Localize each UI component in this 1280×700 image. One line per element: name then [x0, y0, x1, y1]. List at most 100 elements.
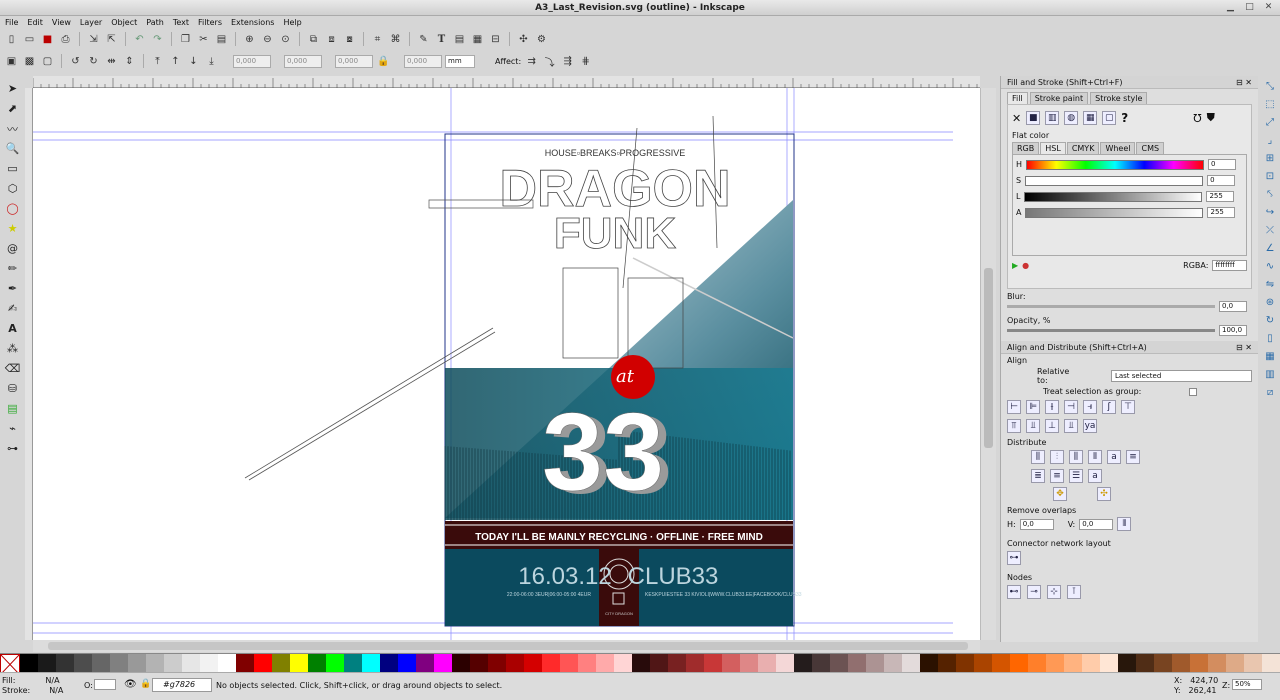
flip-horizontal-icon[interactable]: ⇹: [104, 54, 119, 69]
palette-swatch[interactable]: [1262, 654, 1280, 673]
palette-swatch[interactable]: [200, 654, 218, 673]
align-nodes-v-icon[interactable]: ⊸: [1027, 585, 1041, 599]
menu-file[interactable]: File: [5, 16, 18, 29]
pattern-icon[interactable]: ▦: [1083, 111, 1098, 125]
snap-midpoint-icon[interactable]: ⇋: [1264, 278, 1277, 291]
palette-swatch[interactable]: [614, 654, 632, 673]
palette-swatch[interactable]: [758, 654, 776, 673]
palette-swatch[interactable]: [848, 654, 866, 673]
palette-swatch[interactable]: [974, 654, 992, 673]
ungroup-icon[interactable]: ⌘: [388, 32, 403, 47]
horizontal-scrollbar[interactable]: [33, 640, 980, 652]
snap-paths-icon[interactable]: ↪: [1264, 206, 1277, 219]
menu-object[interactable]: Object: [111, 16, 137, 29]
clone-icon[interactable]: ⧈: [324, 32, 339, 47]
tab-cms[interactable]: CMS: [1136, 142, 1165, 154]
palette-swatch[interactable]: [1064, 654, 1082, 673]
distribute-top-icon[interactable]: ≡: [1126, 450, 1140, 464]
snap-grid-icon[interactable]: ▦: [1264, 350, 1277, 363]
vertical-ruler[interactable]: [25, 88, 33, 640]
snap-smooth-icon[interactable]: ∿: [1264, 260, 1277, 273]
distribute-bottom-icon[interactable]: ≡: [1050, 469, 1064, 483]
menu-text[interactable]: Text: [173, 16, 189, 29]
snap-bbox-edge-icon[interactable]: ⤢: [1264, 116, 1277, 129]
distribute-nodes-v-icon[interactable]: ⊺: [1067, 585, 1081, 599]
lower-icon[interactable]: ↓: [186, 54, 201, 69]
palette-swatch[interactable]: [938, 654, 956, 673]
distribute-vbaseline-icon[interactable]: a: [1088, 469, 1102, 483]
affect-corners-icon[interactable]: ⤵: [542, 54, 557, 69]
palette-swatch[interactable]: [272, 654, 290, 673]
h-field[interactable]: 0,000: [404, 54, 442, 68]
palette-swatch[interactable]: [128, 654, 146, 673]
scroll-thumb[interactable]: [984, 268, 993, 448]
palette-swatch[interactable]: [1046, 654, 1064, 673]
canvas[interactable]: HOUSE▫BREAKS▫PROGRESSIVE DRAGON FUNK 33 …: [33, 88, 980, 640]
palette-swatch[interactable]: [1226, 654, 1244, 673]
palette-swatch[interactable]: [74, 654, 92, 673]
palette-swatch[interactable]: [254, 654, 272, 673]
pencil-tool-icon[interactable]: ✏: [4, 260, 22, 277]
box3d-tool-icon[interactable]: ⬡: [4, 180, 22, 197]
layer-select[interactable]: #g7826: [152, 678, 212, 692]
palette-swatch[interactable]: [164, 654, 182, 673]
align-text-baseline-icon[interactable]: ya: [1083, 419, 1097, 433]
palette-swatch[interactable]: [740, 654, 758, 673]
layers-icon[interactable]: ▤: [452, 32, 467, 47]
minimize-icon[interactable]: ▁: [1225, 2, 1236, 13]
palette-swatch[interactable]: [794, 654, 812, 673]
node-tool-icon[interactable]: ⬈: [4, 100, 22, 117]
close-icon[interactable]: ⊟ ✕: [1236, 78, 1252, 87]
lock-icon[interactable]: 🔒: [376, 54, 391, 69]
affect-gradient-icon[interactable]: ⇶: [560, 54, 575, 69]
zoom-selection-icon[interactable]: ⊕: [242, 32, 257, 47]
align-icon[interactable]: ⊟: [488, 32, 503, 47]
text-tool-icon[interactable]: A: [4, 320, 22, 337]
maximize-icon[interactable]: □: [1244, 2, 1255, 13]
palette-swatch[interactable]: [1118, 654, 1136, 673]
palette-swatch[interactable]: [632, 654, 650, 673]
palette-swatch[interactable]: [956, 654, 974, 673]
menu-extensions[interactable]: Extensions: [231, 16, 274, 29]
hue-slider[interactable]: [1026, 159, 1205, 170]
export-icon[interactable]: ⇱: [104, 32, 119, 47]
opacity-field[interactable]: [94, 679, 116, 690]
tweak-tool-icon[interactable]: 〰: [4, 120, 22, 137]
palette-swatch[interactable]: [344, 654, 362, 673]
fill-rule-nonzero-icon[interactable]: ⛊: [1207, 111, 1215, 125]
rectangle-tool-icon[interactable]: ▭: [4, 160, 22, 177]
palette-swatch[interactable]: [668, 654, 686, 673]
zoom-field[interactable]: 50%: [1232, 679, 1262, 690]
palette-swatch[interactable]: [434, 654, 452, 673]
palette-swatch[interactable]: [1172, 654, 1190, 673]
snap-bbox-icon[interactable]: ⬚: [1264, 98, 1277, 111]
distribute-right-icon[interactable]: ⫼: [1069, 450, 1083, 464]
zoom-tool-icon[interactable]: 🔍: [4, 140, 22, 157]
snap-nodes-icon[interactable]: ⤣: [1264, 188, 1277, 201]
distribute-baseline-icon[interactable]: a: [1107, 450, 1121, 464]
snap-page-icon[interactable]: ▯: [1264, 332, 1277, 345]
affect-pattern-icon[interactable]: ⋕: [578, 54, 593, 69]
tab-hsl[interactable]: HSL: [1040, 142, 1066, 154]
swatch-icon[interactable]: ▢: [1102, 111, 1117, 125]
saturation-value[interactable]: 0: [1207, 175, 1236, 186]
blur-value[interactable]: 0,0: [1219, 301, 1247, 312]
saturation-slider[interactable]: [1025, 175, 1204, 186]
select-all-icon[interactable]: ▣: [4, 54, 19, 69]
zoom-drawing-icon[interactable]: ⊖: [260, 32, 275, 47]
connector-layout-icon[interactable]: ⊶: [1007, 551, 1021, 565]
palette-swatch[interactable]: [146, 654, 164, 673]
palette-swatch[interactable]: [686, 654, 704, 673]
palette-swatch[interactable]: [470, 654, 488, 673]
align-bottom-icon[interactable]: ⊥: [1045, 419, 1059, 433]
palette-swatch[interactable]: [308, 654, 326, 673]
copy-icon[interactable]: ❐: [178, 32, 193, 47]
blur-slider[interactable]: [1007, 305, 1215, 308]
flip-vertical-icon[interactable]: ⇕: [122, 54, 137, 69]
palette-swatch[interactable]: [1208, 654, 1226, 673]
treat-group-checkbox[interactable]: [1189, 387, 1198, 396]
unit-select[interactable]: mm: [445, 54, 475, 68]
y-field[interactable]: 0,000: [284, 54, 322, 68]
palette-swatch[interactable]: [92, 654, 110, 673]
palette-swatch[interactable]: [1136, 654, 1154, 673]
